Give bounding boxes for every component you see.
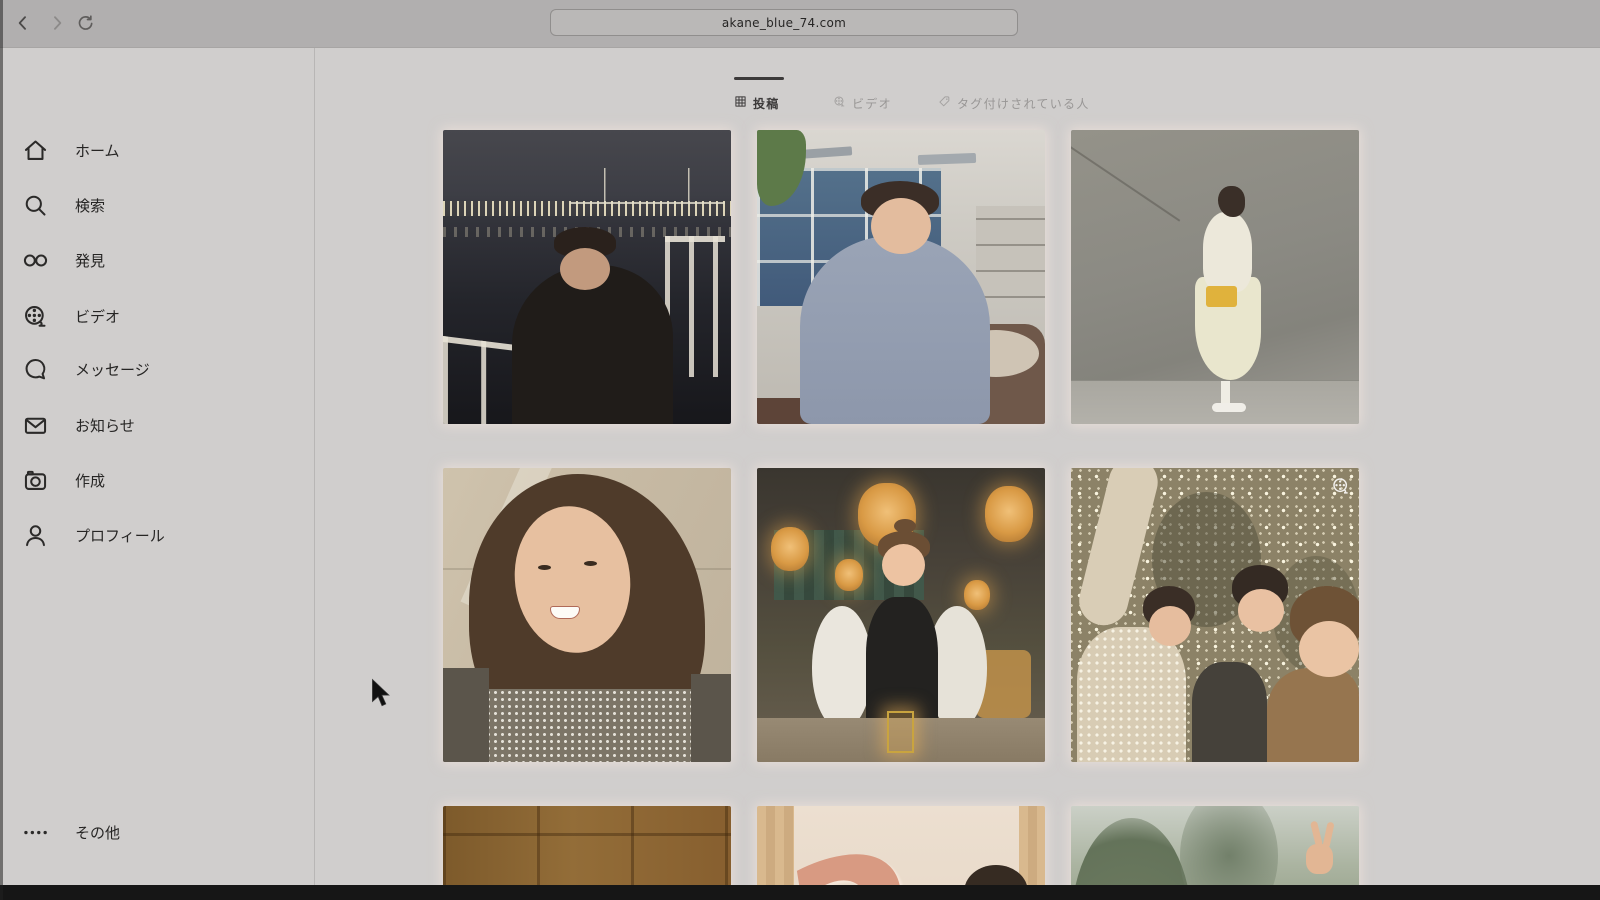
post-thumbnail-2[interactable]	[757, 130, 1045, 424]
back-button[interactable]	[10, 11, 36, 37]
reel-icon	[22, 303, 49, 330]
frame-left-edge	[0, 0, 3, 900]
envelope-icon	[22, 412, 49, 439]
sidebar-item-label: 発見	[75, 250, 105, 271]
message-icon	[22, 356, 49, 383]
sidebar-item-label: 検索	[75, 195, 105, 216]
sidebar-item-label: その他	[75, 822, 120, 843]
sidebar-item-search[interactable]: 検索	[22, 191, 105, 219]
post-thumbnail-6[interactable]	[1071, 468, 1359, 762]
post-thumbnail-1[interactable]	[443, 130, 731, 424]
camera-icon	[22, 467, 49, 494]
sidebar-item-label: 作成	[75, 470, 105, 491]
post-thumbnail-5[interactable]	[757, 468, 1045, 762]
sidebar: ホーム 検索 発見 ビデオ メッセージ お知らせ 作成 プロフィール	[0, 48, 315, 885]
reel-icon	[833, 95, 846, 111]
url-text: akane_blue_74.com	[722, 16, 846, 30]
sidebar-item-label: お知らせ	[75, 415, 135, 436]
reload-icon	[75, 13, 95, 36]
forward-button[interactable]	[44, 11, 70, 37]
address-bar[interactable]: akane_blue_74.com	[550, 9, 1018, 36]
reel-badge-icon	[1331, 476, 1351, 496]
search-icon	[22, 192, 49, 219]
sidebar-item-video[interactable]: ビデオ	[22, 302, 120, 330]
sidebar-item-label: プロフィール	[75, 525, 165, 546]
sidebar-item-notifications[interactable]: お知らせ	[22, 411, 135, 439]
more-dots-icon	[22, 819, 49, 846]
browser-window: akane_blue_74.com ホーム 検索 発見 ビデオ メッセージ お知…	[0, 0, 1600, 900]
browser-toolbar: akane_blue_74.com	[0, 0, 1600, 48]
post-thumbnail-4[interactable]	[443, 468, 731, 762]
tab-label: ビデオ	[852, 95, 892, 112]
sidebar-item-label: メッセージ	[75, 359, 150, 380]
chevron-right-icon	[47, 13, 67, 36]
tab-label: タグ付けされている人	[957, 95, 1090, 112]
chevron-left-icon	[13, 13, 33, 36]
sidebar-item-label: ビデオ	[75, 306, 120, 327]
discover-icon	[22, 247, 49, 274]
active-tab-indicator	[734, 77, 784, 80]
profile-icon	[22, 522, 49, 549]
sidebar-item-home[interactable]: ホーム	[22, 136, 120, 164]
grid-icon	[734, 95, 747, 111]
tag-icon	[938, 95, 951, 111]
mouse-cursor	[368, 678, 394, 708]
sidebar-item-messages[interactable]: メッセージ	[22, 355, 150, 383]
reload-button[interactable]	[72, 11, 98, 37]
sidebar-item-create[interactable]: 作成	[22, 466, 105, 494]
sidebar-item-label: ホーム	[75, 140, 120, 161]
tab-video[interactable]: ビデオ	[833, 93, 892, 113]
post-grid: 2	[443, 130, 1359, 885]
sidebar-item-discover[interactable]: 発見	[22, 246, 105, 274]
tab-posts[interactable]: 投稿	[734, 93, 780, 113]
post-thumbnail-3[interactable]	[1071, 130, 1359, 424]
tab-tagged[interactable]: タグ付けされている人	[938, 93, 1090, 113]
tab-label: 投稿	[753, 95, 780, 112]
sidebar-item-more[interactable]: その他	[22, 818, 120, 846]
home-icon	[22, 137, 49, 164]
sidebar-item-profile[interactable]: プロフィール	[22, 521, 165, 549]
letterbox-bottom-bar	[0, 885, 1600, 900]
